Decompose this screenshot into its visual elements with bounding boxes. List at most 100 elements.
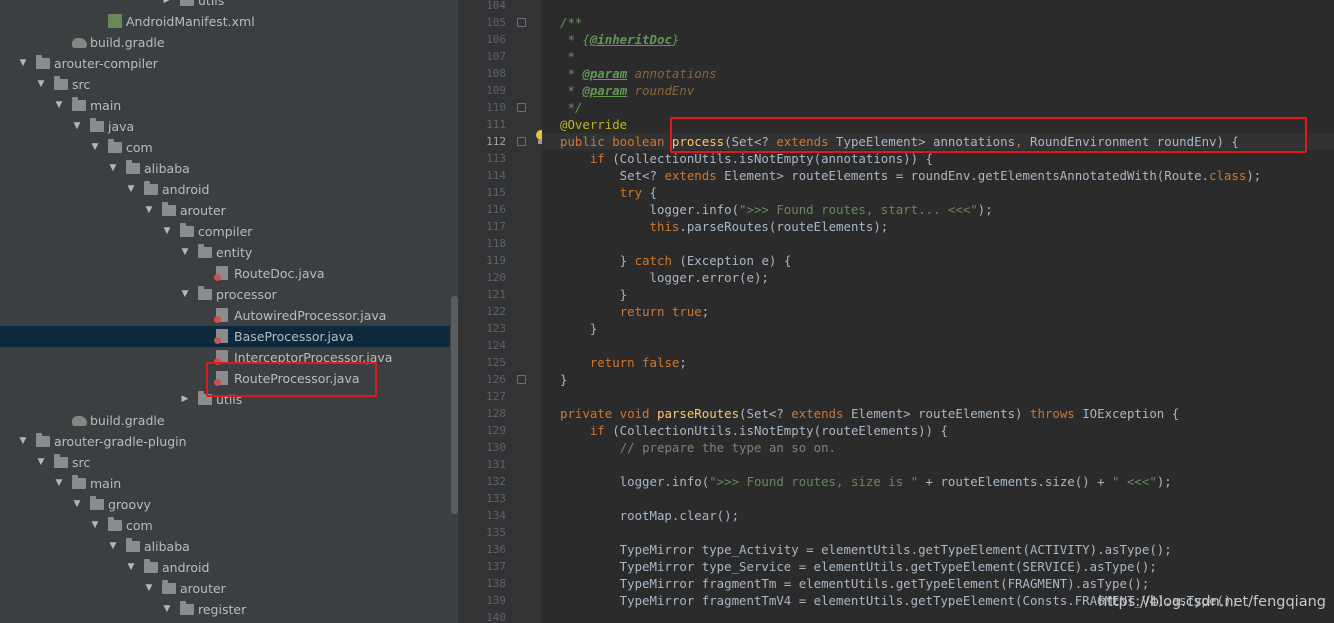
tree-item[interactable]: ▼ arouter-gradle-plugin xyxy=(0,431,450,452)
code-line[interactable]: logger.error(e); xyxy=(560,269,769,286)
line-number: 114 xyxy=(486,169,506,182)
tree-item[interactable]: ▶ utils xyxy=(0,0,450,11)
tree-item[interactable]: ▼ android xyxy=(0,179,450,200)
tree-item[interactable]: ▼ android xyxy=(0,557,450,578)
tree-item[interactable]: ▼ src xyxy=(0,452,450,473)
line-number: 135 xyxy=(486,526,506,539)
chevron-down-icon[interactable]: ▼ xyxy=(35,452,47,473)
chevron-down-icon[interactable]: ▼ xyxy=(89,137,101,158)
chevron-down-icon[interactable]: ▼ xyxy=(89,515,101,536)
tree-item[interactable]: ▼ main xyxy=(0,473,450,494)
chevron-down-icon[interactable]: ▼ xyxy=(107,158,119,179)
code-line[interactable]: */ xyxy=(560,99,582,116)
chevron-down-icon[interactable]: ▼ xyxy=(161,599,173,620)
chevron-down-icon[interactable]: ▼ xyxy=(17,53,29,74)
tree-item[interactable]: ▼ alibaba xyxy=(0,158,450,179)
tree-item-label: main xyxy=(90,98,122,113)
code-line[interactable]: // prepare the type an so on. xyxy=(560,439,836,456)
chevron-right-icon[interactable]: ▶ xyxy=(161,0,173,11)
tree-item[interactable]: ▼ main xyxy=(0,95,450,116)
code-line[interactable]: } xyxy=(560,320,597,337)
chevron-down-icon[interactable]: ▼ xyxy=(125,557,137,578)
code-line[interactable]: rootMap.clear(); xyxy=(560,507,739,524)
chevron-down-icon[interactable]: ▼ xyxy=(179,284,191,305)
code-line[interactable]: } xyxy=(560,371,567,388)
chevron-down-icon[interactable]: ▼ xyxy=(17,431,29,452)
tree-item[interactable]: ▼ groovy xyxy=(0,494,450,515)
code-line[interactable]: /** xyxy=(560,14,582,31)
tree-item-label: arouter xyxy=(180,581,226,596)
code-line[interactable]: } catch (Exception e) { xyxy=(560,252,792,269)
tree-item[interactable]: ▼ register xyxy=(0,599,450,620)
code-line[interactable]: TypeMirror fragmentTm = elementUtils.get… xyxy=(560,575,1150,592)
tree-item[interactable]: build.gradle xyxy=(0,32,450,53)
code-line[interactable]: TypeMirror type_Activity = elementUtils.… xyxy=(560,541,1172,558)
chevron-down-icon[interactable]: ▼ xyxy=(179,242,191,263)
fold-marker-icon[interactable] xyxy=(517,137,526,146)
code-line[interactable]: TypeMirror type_Service = elementUtils.g… xyxy=(560,558,1157,575)
code-line[interactable]: this.parseRoutes(routeElements); xyxy=(560,218,889,235)
project-tree-scrollbar[interactable] xyxy=(451,296,458,514)
tree-item[interactable]: ▼ arouter xyxy=(0,578,450,599)
tree-item[interactable]: AutowiredProcessor.java xyxy=(0,305,450,326)
tree-item-label: src xyxy=(72,77,91,92)
tree-item[interactable]: ▼ com xyxy=(0,515,450,536)
tree-item[interactable]: ▼ java xyxy=(0,116,450,137)
line-number: 107 xyxy=(486,50,506,63)
line-number: 130 xyxy=(486,441,506,454)
chevron-down-icon[interactable]: ▼ xyxy=(53,473,65,494)
folder-icon xyxy=(108,517,122,532)
chevron-down-icon[interactable]: ▼ xyxy=(143,578,155,599)
code-line[interactable]: * xyxy=(560,48,574,65)
tree-item[interactable]: build.gradle xyxy=(0,410,450,431)
chevron-down-icon[interactable]: ▼ xyxy=(107,536,119,557)
tree-item[interactable]: ▼ arouter-compiler xyxy=(0,53,450,74)
line-number: 113 xyxy=(486,152,506,165)
chevron-down-icon[interactable]: ▼ xyxy=(53,95,65,116)
tree-item[interactable]: ▼ src xyxy=(0,74,450,95)
code-line[interactable]: } xyxy=(560,286,627,303)
tree-item[interactable]: ▼ entity xyxy=(0,242,450,263)
line-number: 108 xyxy=(486,67,506,80)
code-line[interactable]: * @param annotations xyxy=(560,65,716,82)
chevron-down-icon[interactable]: ▼ xyxy=(71,494,83,515)
code-line[interactable]: Set<? extends Element> routeElements = r… xyxy=(560,167,1262,184)
code-line[interactable]: * {@inheritDoc} xyxy=(560,31,679,48)
code-line[interactable]: return false; xyxy=(560,354,687,371)
tree-item-label: RouteDoc.java xyxy=(234,266,325,281)
chevron-down-icon[interactable]: ▼ xyxy=(143,200,155,221)
code-line[interactable]: try { xyxy=(560,184,657,201)
tree-item[interactable]: ▼ processor xyxy=(0,284,450,305)
code-line[interactable]: return true; xyxy=(560,303,710,320)
tree-item[interactable]: ▼ alibaba xyxy=(0,536,450,557)
code-line[interactable]: logger.info(">>> Found routes, size is "… xyxy=(560,473,1172,490)
chevron-down-icon[interactable]: ▼ xyxy=(161,221,173,242)
code-line[interactable]: private void parseRoutes(Set<? extends E… xyxy=(560,405,1179,422)
line-number: 136 xyxy=(486,543,506,556)
tree-item[interactable]: ▼ compiler xyxy=(0,221,450,242)
line-number: 116 xyxy=(486,203,506,216)
chevron-down-icon[interactable]: ▼ xyxy=(71,116,83,137)
fold-marker-icon[interactable] xyxy=(517,375,526,384)
tree-item[interactable]: AndroidManifest.xml xyxy=(0,11,450,32)
tree-item[interactable]: ▼ arouter xyxy=(0,200,450,221)
tree-item[interactable]: RouteDoc.java xyxy=(0,263,450,284)
fold-marker-icon[interactable] xyxy=(517,18,526,27)
tree-item[interactable]: ▼ com xyxy=(0,137,450,158)
fold-marker-icon[interactable] xyxy=(517,103,526,112)
tree-item-label: utils xyxy=(198,0,225,8)
folder-icon xyxy=(90,118,104,133)
line-number: 133 xyxy=(486,492,506,505)
code-line[interactable]: if (CollectionUtils.isNotEmpty(routeElem… xyxy=(560,422,948,439)
tree-item-label: build.gradle xyxy=(90,413,165,428)
code-line[interactable]: @Override xyxy=(560,116,627,133)
code-line[interactable]: logger.info(">>> Found routes, start... … xyxy=(560,201,993,218)
tree-item-label: arouter-gradle-plugin xyxy=(54,434,187,449)
chevron-down-icon[interactable]: ▼ xyxy=(35,74,47,95)
line-number: 121 xyxy=(486,288,506,301)
code-line[interactable]: * @param roundEnv xyxy=(560,82,694,99)
code-editor[interactable]: /** * {@inheritDoc} * * @param annotatio… xyxy=(542,0,1334,623)
chevron-right-icon[interactable]: ▶ xyxy=(179,389,191,410)
chevron-down-icon[interactable]: ▼ xyxy=(125,179,137,200)
tree-item[interactable]: BaseProcessor.java xyxy=(0,326,450,347)
